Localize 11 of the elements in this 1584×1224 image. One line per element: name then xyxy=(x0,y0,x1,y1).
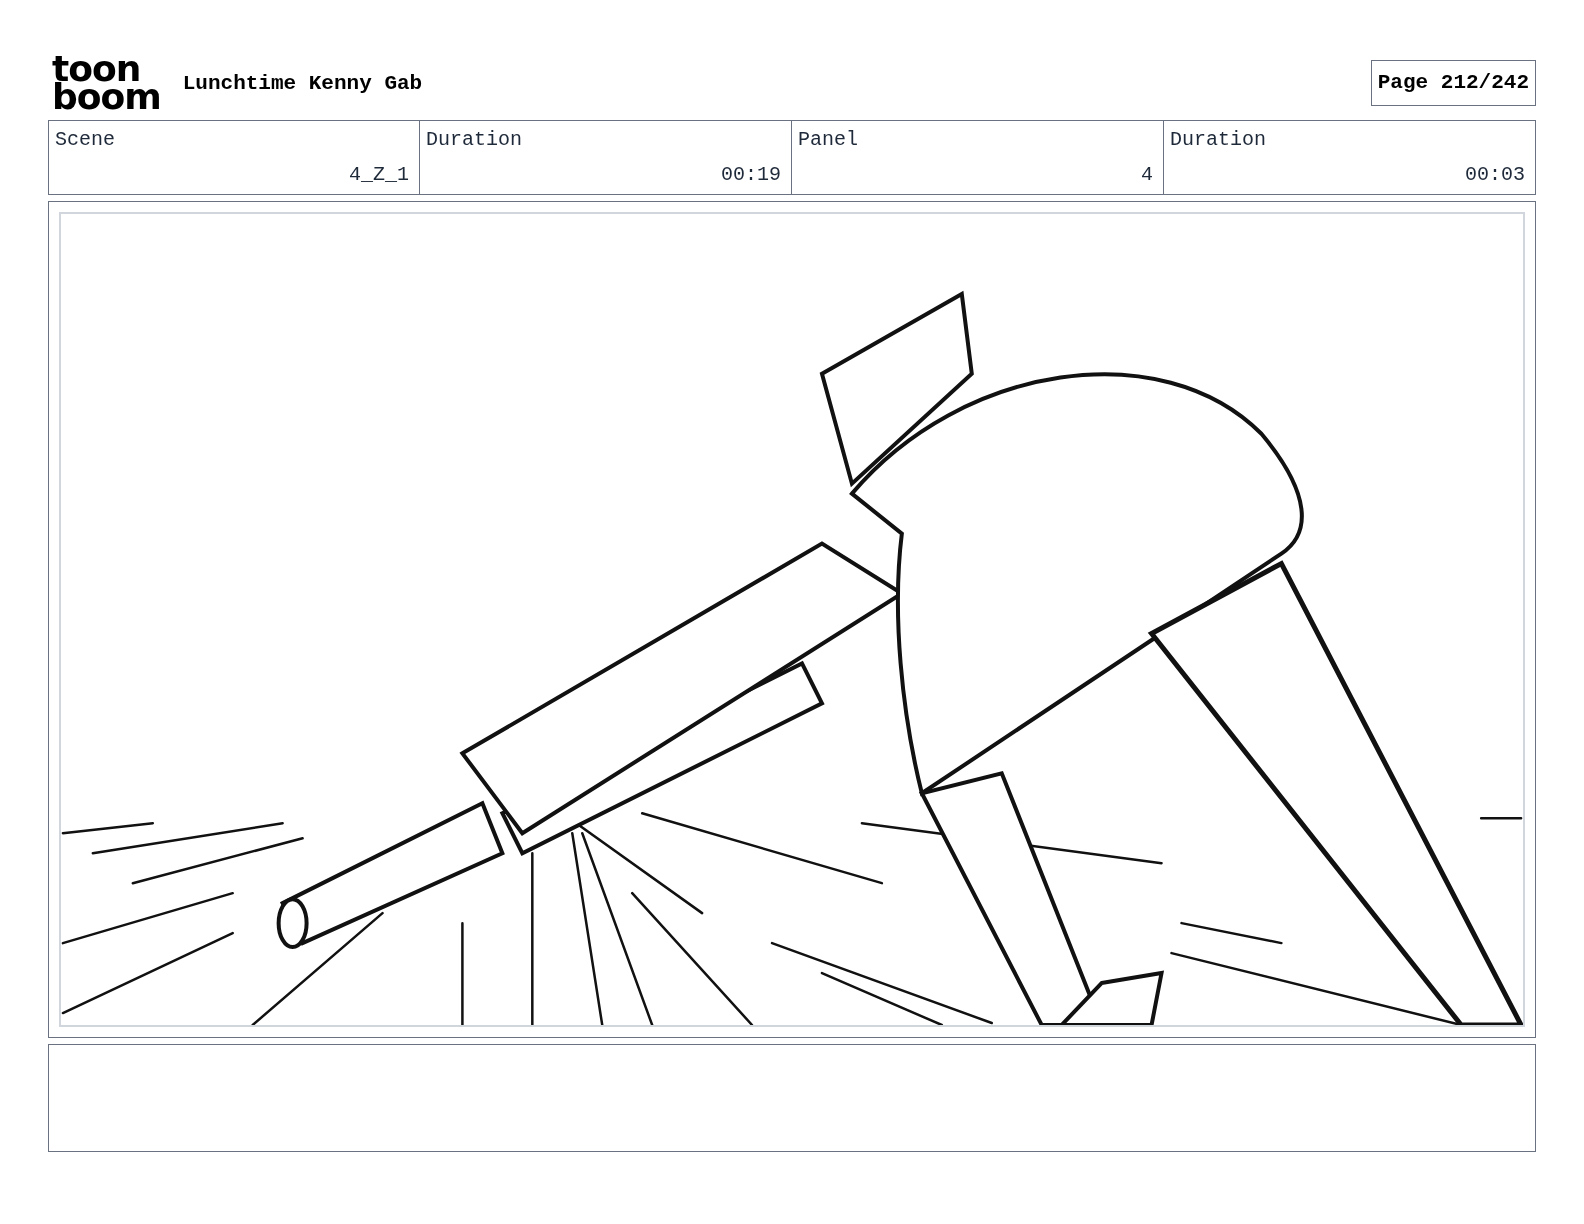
field-value: 4 xyxy=(1140,162,1153,188)
page-number: Page 212/242 xyxy=(1370,60,1536,106)
field-label: Duration xyxy=(426,127,523,153)
field-label: Scene xyxy=(55,127,116,153)
field-value: 00:19 xyxy=(720,162,781,188)
field-value: 00:03 xyxy=(1464,162,1525,188)
field-label: Duration xyxy=(1170,127,1267,153)
storyboard-title: Lunchtime Kenny Gab xyxy=(182,71,423,98)
company-logo: toon boom xyxy=(52,55,161,117)
field-value: 4_Z_1 xyxy=(348,162,409,188)
field-label: Panel xyxy=(798,127,859,153)
